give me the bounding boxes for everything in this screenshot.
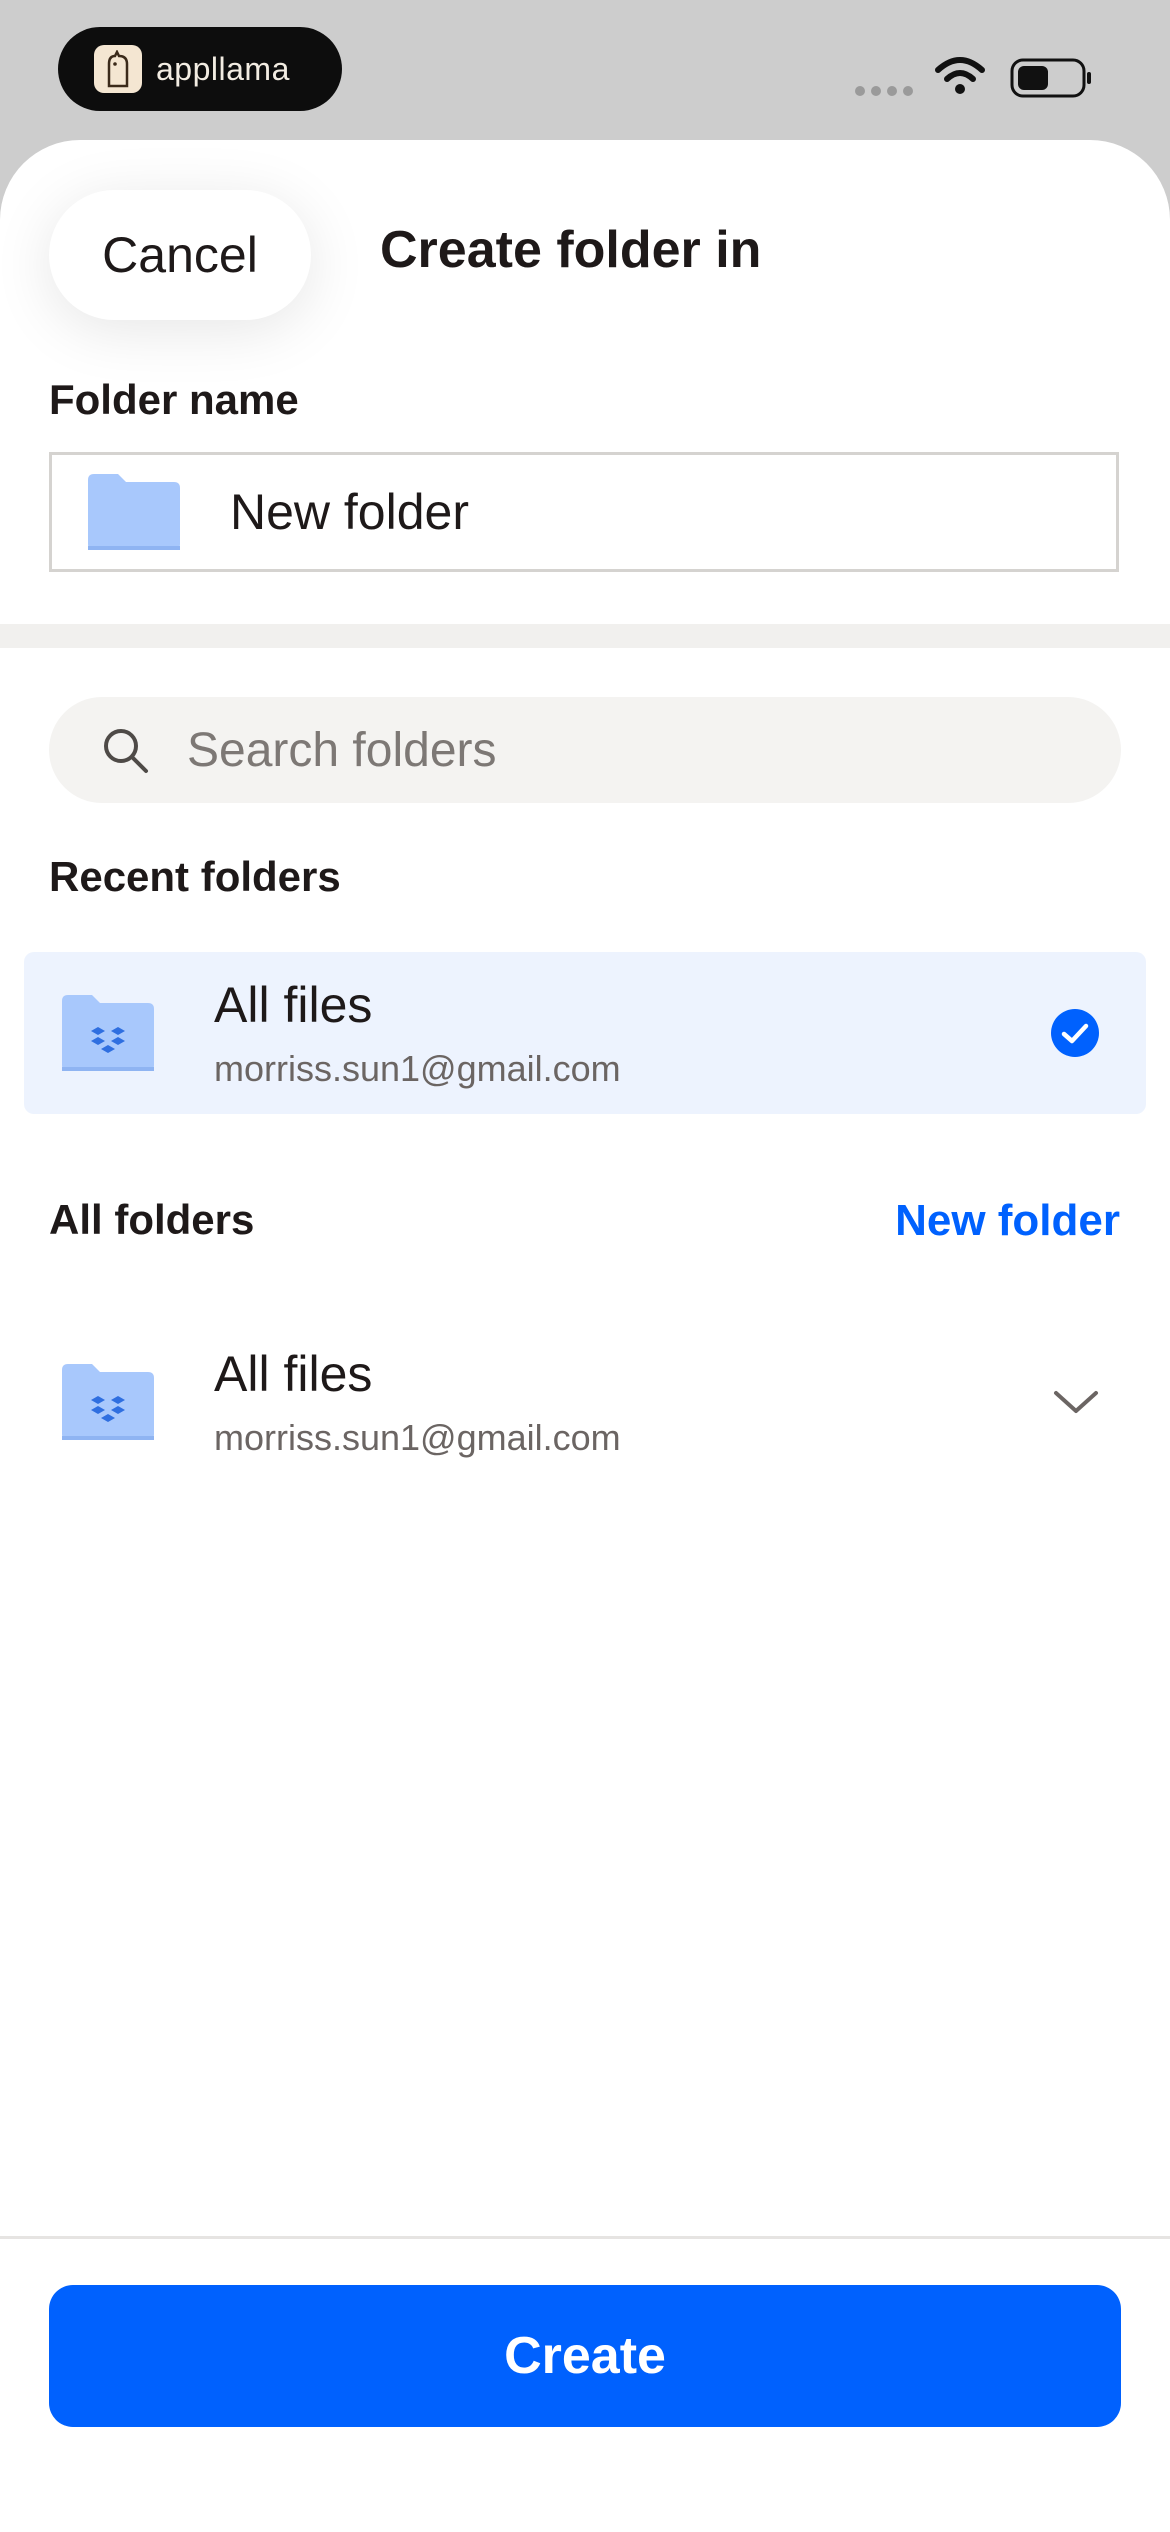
dropbox-folder-icon xyxy=(62,995,154,1071)
all-folders-item[interactable]: All files morriss.sun1@gmail.com xyxy=(24,1321,1146,1483)
app-badge-label: appllama xyxy=(156,50,290,87)
battery-icon xyxy=(1010,58,1091,98)
folder-name-field[interactable] xyxy=(49,452,1119,572)
folder-account: morriss.sun1@gmail.com xyxy=(214,1048,621,1089)
dropbox-folder-icon xyxy=(62,1364,154,1440)
search-icon xyxy=(104,729,148,773)
search-bar[interactable] xyxy=(49,697,1121,803)
checkmark-icon xyxy=(1051,1009,1099,1057)
recent-folders-heading: Recent folders xyxy=(49,853,341,900)
chevron-down-icon[interactable] xyxy=(1052,1387,1100,1417)
cellular-signal-icon xyxy=(855,86,913,96)
folder-name-label: Folder name xyxy=(49,376,299,423)
section-divider xyxy=(0,624,1170,648)
search-input[interactable] xyxy=(185,721,1039,779)
cancel-button[interactable]: Cancel xyxy=(49,190,311,320)
recent-folder-item[interactable]: All files morriss.sun1@gmail.com xyxy=(24,952,1146,1114)
create-folder-sheet: Cancel Create folder in Folder name Rece… xyxy=(0,140,1170,2532)
folder-title: All files xyxy=(214,1346,373,1402)
folder-icon xyxy=(88,474,180,550)
sheet-title: Create folder in xyxy=(380,221,762,279)
folder-title: All files xyxy=(214,977,373,1033)
create-button[interactable]: Create xyxy=(49,2285,1121,2427)
folder-name-input[interactable] xyxy=(228,482,1032,542)
wifi-icon xyxy=(935,57,985,94)
all-folders-heading: All folders xyxy=(49,1196,255,1243)
llama-logo-icon xyxy=(94,45,142,93)
app-badge[interactable]: appllama xyxy=(58,27,342,111)
footer-divider xyxy=(0,2236,1170,2239)
folder-account: morriss.sun1@gmail.com xyxy=(214,1417,621,1458)
new-folder-link[interactable]: New folder xyxy=(895,1196,1120,1246)
status-bar: appllama xyxy=(0,0,1170,140)
